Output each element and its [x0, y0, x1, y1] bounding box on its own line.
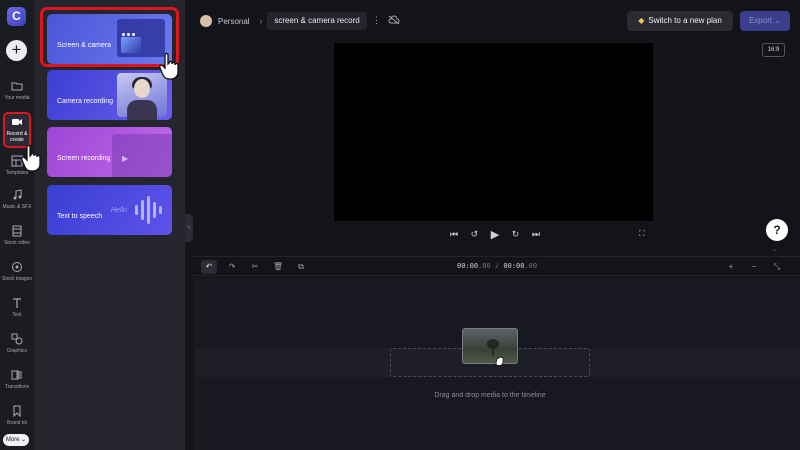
- delete-icon[interactable]: 🗑: [270, 260, 286, 274]
- rewind-icon[interactable]: ↺: [471, 229, 479, 240]
- image-icon: [11, 261, 23, 273]
- help-button[interactable]: ?: [766, 219, 788, 241]
- timecode: 00:00.00 / 00:00.00: [457, 262, 537, 270]
- rail-item-brand-kit[interactable]: Brand kit: [0, 405, 34, 426]
- rail-item-your-media[interactable]: Your media: [0, 80, 34, 101]
- current-time: 00:00: [457, 262, 478, 270]
- app-logo[interactable]: C: [7, 7, 26, 26]
- timeline-toolbar: ↶ ↷ ✂ 🗑 ⧉ 00:00.00 / 00:00.00 + − ⤡: [193, 256, 800, 276]
- drop-hint-text: Drag and drop media to the timeline: [390, 392, 590, 399]
- left-rail: C + Your media Record & create Templates…: [0, 0, 34, 450]
- rail-item-label: Brand kit: [0, 420, 34, 426]
- upgrade-plan-button[interactable]: ◆ Switch to a new plan: [627, 11, 733, 31]
- folder-icon: [11, 80, 23, 92]
- more-options-icon[interactable]: ⋮: [372, 15, 381, 26]
- rail-item-label: Text: [0, 312, 34, 318]
- waveform-icon: [135, 195, 165, 225]
- rail-item-label: Transitions: [0, 384, 34, 390]
- total-time: 00:00: [503, 262, 524, 270]
- rail-item-transitions[interactable]: Transitions: [0, 369, 34, 390]
- video-preview: [334, 43, 653, 221]
- playback-controls: ⏮ ↺ ▶ ↻ ⏭: [450, 227, 540, 241]
- hand-cursor-icon: [20, 144, 42, 172]
- rail-item-label: Record & create: [5, 131, 29, 143]
- more-label: More: [6, 437, 20, 443]
- collapse-panel-button[interactable]: ‹: [185, 214, 193, 242]
- upgrade-label: Switch to a new plan: [648, 16, 721, 25]
- total-frames: .00: [524, 262, 537, 270]
- rail-item-label: Music & SFX: [0, 204, 34, 210]
- hand-cursor-icon: [158, 52, 180, 80]
- split-icon[interactable]: ✂: [247, 260, 263, 274]
- card-text-to-speech[interactable]: Hello Text to speech: [47, 185, 172, 235]
- rail-item-label: Stock images: [0, 276, 34, 282]
- card-screen-recording[interactable]: ▶ Screen recording: [47, 127, 172, 177]
- zoom-out-icon[interactable]: −: [746, 260, 762, 274]
- skip-back-icon[interactable]: ⏮: [450, 229, 458, 240]
- forward-icon[interactable]: ↻: [512, 229, 520, 240]
- more-button[interactable]: More ⌄: [3, 434, 29, 446]
- workspace-link[interactable]: Personal: [218, 17, 250, 26]
- play-button[interactable]: ▶: [491, 228, 499, 241]
- rail-item-graphics[interactable]: Graphics: [0, 333, 34, 354]
- rail-item-music[interactable]: Music & SFX: [0, 189, 34, 210]
- rail-item-label: Graphics: [0, 348, 34, 354]
- rail-item-stock-images[interactable]: Stock images: [0, 261, 34, 282]
- text-icon: [11, 297, 23, 309]
- aspect-ratio-button[interactable]: 16:9: [762, 43, 785, 57]
- rail-item-label: Your media: [0, 95, 34, 101]
- rail-item-label: Stock video: [0, 240, 34, 246]
- skip-forward-icon[interactable]: ⏭: [532, 229, 540, 240]
- diamond-icon: ◆: [638, 16, 644, 25]
- redo-button[interactable]: ↷: [224, 260, 240, 274]
- rail-item-stock-video[interactable]: Stock video: [0, 225, 34, 246]
- play-icon: ▶: [122, 154, 128, 163]
- transitions-icon: [11, 369, 23, 381]
- fit-timeline-icon[interactable]: ⤡: [769, 260, 785, 274]
- film-icon: [11, 225, 23, 237]
- add-media-button[interactable]: +: [6, 40, 27, 61]
- rail-item-text[interactable]: Text: [0, 297, 34, 318]
- dragged-media-thumbnail[interactable]: [462, 328, 518, 364]
- cloud-off-icon[interactable]: [388, 15, 400, 25]
- avatar[interactable]: [200, 15, 212, 27]
- rail-item-record-create[interactable]: Record & create: [3, 112, 31, 148]
- time-separator: /: [491, 262, 504, 270]
- card-label: Screen recording: [57, 155, 110, 162]
- hello-illustration-text: Hello: [111, 207, 127, 214]
- card-label: Camera recording: [57, 98, 113, 105]
- brand-icon: [11, 405, 23, 417]
- graphics-icon: [11, 333, 23, 345]
- card-camera-recording[interactable]: Camera recording: [47, 70, 172, 120]
- undo-button[interactable]: ↶: [201, 260, 217, 274]
- breadcrumb: Personal ›: [200, 12, 273, 30]
- fullscreen-icon[interactable]: ⛶: [639, 229, 645, 239]
- export-label: Export: [749, 16, 772, 25]
- screen-window-illustration: ▶: [112, 134, 172, 177]
- card-label: Text to speech: [57, 213, 102, 220]
- export-button[interactable]: Export ⌄: [740, 11, 790, 31]
- grab-cursor-icon: [494, 354, 506, 368]
- project-name-field[interactable]: screen & camera record: [267, 12, 367, 30]
- add-to-media-icon[interactable]: ⧉: [293, 260, 309, 274]
- chevron-right-icon: ›: [260, 16, 263, 26]
- music-icon: [11, 189, 23, 201]
- chevron-down-icon[interactable]: ⌄: [772, 246, 777, 253]
- zoom-in-icon[interactable]: +: [723, 260, 739, 274]
- camera-icon: [11, 116, 23, 128]
- current-frames: .00: [478, 262, 491, 270]
